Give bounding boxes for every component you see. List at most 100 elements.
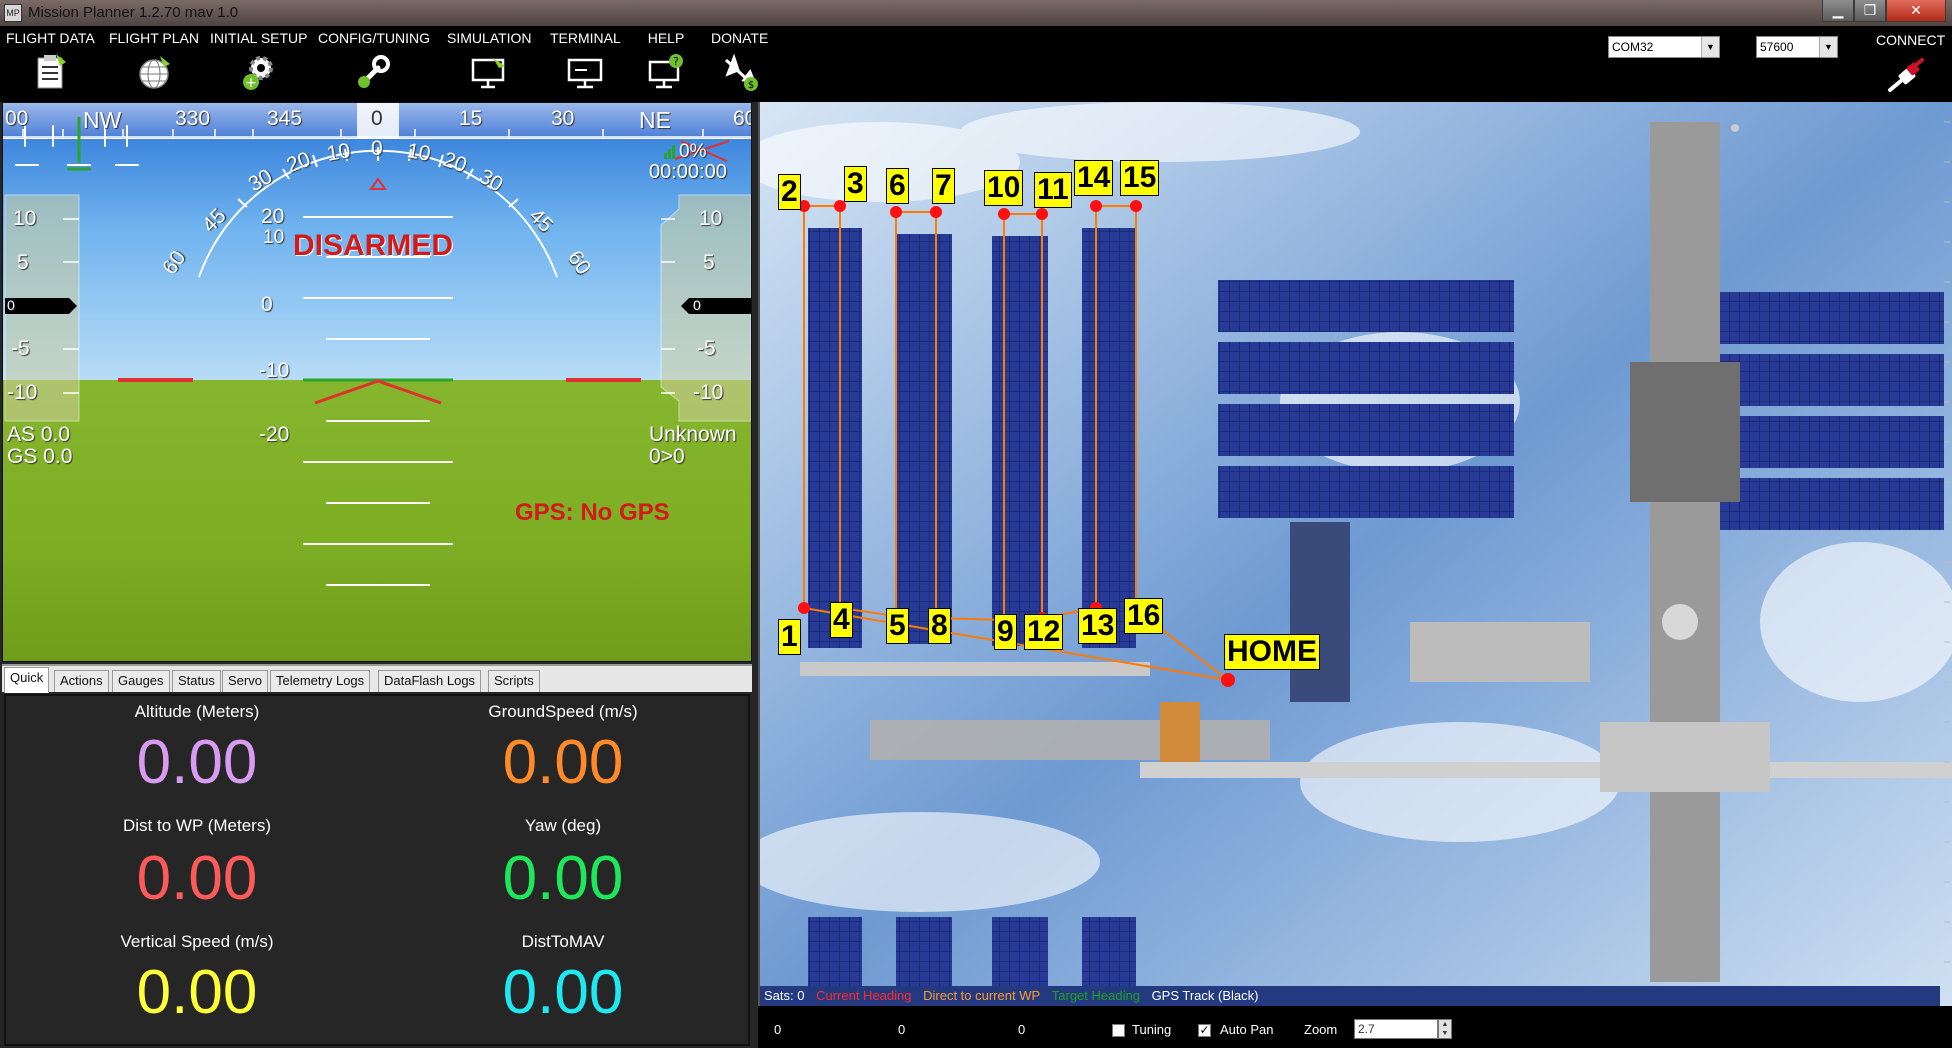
menu-config-tuning[interactable]: CONFIG/TUNING: [318, 30, 430, 92]
data-tabs: Quick Actions Gauges Status Servo Teleme…: [2, 664, 752, 693]
waypoint-label[interactable]: 2: [778, 174, 801, 210]
tab-scripts[interactable]: Scripts: [488, 670, 540, 692]
menu-label: SIMULATION: [447, 30, 532, 46]
app-icon: MP: [4, 4, 22, 22]
left-tape-label: 5: [17, 251, 29, 274]
menu-label: DONATE: [711, 30, 769, 46]
sats-count: Sats: 0: [764, 988, 805, 1003]
roll-label: 10: [405, 139, 433, 166]
maximize-button[interactable]: ❐: [1854, 0, 1886, 22]
heading-label: NW: [83, 107, 122, 133]
waypoint-label[interactable]: 12: [1024, 614, 1064, 650]
auto-pan-checkbox[interactable]: ✓: [1198, 1024, 1211, 1037]
roll-label: 0: [371, 137, 383, 160]
tab-servo[interactable]: Servo: [222, 670, 268, 692]
zoom-stepper[interactable]: ▲ ▼: [1438, 1019, 1452, 1039]
waypoint-label[interactable]: 1: [778, 619, 801, 655]
menu-flight-data[interactable]: FLIGHT DATA: [6, 30, 95, 92]
waypoint-label[interactable]: 3: [844, 166, 867, 202]
waypoint-label[interactable]: 14: [1074, 160, 1114, 196]
waypoint-label[interactable]: 11: [1034, 172, 1072, 208]
title-bar: MP Mission Planner 1.2.70 mav 1.0 ▁ ❐ ✕: [0, 0, 1952, 26]
status-value: 0: [1018, 1022, 1026, 1037]
zoom-input[interactable]: 2.7: [1354, 1019, 1438, 1039]
pitch-label: 0: [261, 293, 273, 316]
quick-panel: Altitude (Meters) 0.00 GroundSpeed (m/s)…: [4, 694, 750, 1046]
waypoint-label[interactable]: 15: [1120, 160, 1160, 196]
pitch-label: 20: [261, 205, 285, 228]
waypoint-label[interactable]: 16: [1124, 598, 1164, 634]
zoom-label: Zoom: [1304, 1022, 1338, 1037]
tuning-checkbox[interactable]: [1112, 1024, 1125, 1037]
tab-telemetry-logs[interactable]: Telemetry Logs: [270, 670, 371, 692]
gps-status: GPS: No GPS: [515, 499, 670, 526]
connect-label[interactable]: CONNECT: [1876, 32, 1945, 48]
close-button[interactable]: ✕: [1886, 0, 1946, 22]
plane-dollar-icon: $: [724, 53, 758, 91]
status-value: 0: [774, 1022, 782, 1037]
quick-label-dist-to-mav: DistToMAV: [521, 932, 605, 951]
com-port-select[interactable]: COM32 ▼: [1608, 36, 1720, 58]
monitor-plane-icon: [472, 58, 506, 89]
menu-label: FLIGHT DATA: [6, 30, 95, 46]
waypoint-label[interactable]: 8: [928, 608, 951, 644]
airspeed-readout: AS 0.0: [7, 423, 71, 446]
status-value: 0: [898, 1022, 906, 1037]
right-tape-label: -10: [693, 381, 724, 404]
minimize-button[interactable]: ▁: [1822, 0, 1854, 22]
menu-label: INITIAL SETUP: [210, 30, 308, 46]
quick-value-vertical-speed: 0.00: [136, 958, 258, 1027]
chevron-down-icon: ▼: [1701, 37, 1719, 57]
menu-terminal[interactable]: TERMINAL: [550, 30, 621, 92]
heading-label: 30: [551, 107, 575, 130]
right-tape-value: 0: [693, 297, 701, 313]
tab-gauges[interactable]: Gauges: [112, 670, 170, 692]
arm-status: DISARMED: [293, 229, 454, 262]
quick-value-dist-to-wp: 0.00: [136, 844, 258, 913]
mission-planner-window: MP Mission Planner 1.2.70 mav 1.0 ▁ ❐ ✕ …: [0, 0, 1952, 1048]
menu-simulation[interactable]: SIMULATION: [447, 30, 532, 92]
chevron-down-icon: ▼: [1819, 37, 1837, 57]
menu-donate[interactable]: DONATE $: [711, 30, 768, 92]
globe-icon: [139, 56, 170, 89]
pitch-label: 10: [263, 227, 285, 248]
svg-text:+: +: [245, 75, 257, 91]
flight-timer: 00:00:00: [649, 161, 727, 183]
heading-label: 00: [5, 107, 29, 130]
svg-text:?: ?: [673, 55, 679, 68]
clipboard-icon: [37, 54, 67, 89]
right-tape-label: 5: [703, 251, 715, 274]
home-label[interactable]: HOME: [1224, 634, 1320, 670]
menu-initial-setup[interactable]: INITIAL SETUP +: [210, 30, 308, 92]
map-imagery: [760, 102, 1952, 1006]
legend-target-heading: Target Heading: [1051, 988, 1140, 1003]
waypoint-label[interactable]: 9: [994, 614, 1017, 650]
tab-actions[interactable]: Actions: [54, 670, 109, 692]
waypoint-label[interactable]: 7: [932, 168, 955, 204]
menu-flight-plan[interactable]: FLIGHT PLAN: [109, 30, 199, 92]
menu-help[interactable]: HELP ?: [646, 30, 686, 92]
waypoint-label[interactable]: 10: [984, 170, 1024, 206]
roll-label: 10: [325, 139, 353, 166]
heading-label: 15: [459, 107, 483, 130]
tab-quick[interactable]: Quick: [4, 667, 50, 693]
quick-label-altitude: Altitude (Meters): [134, 702, 260, 721]
waypoint-label[interactable]: 6: [886, 168, 909, 204]
left-tape-label: -5: [11, 337, 30, 360]
tab-status[interactable]: Status: [172, 670, 221, 692]
baud-rate-select[interactable]: 57600 ▼: [1756, 36, 1838, 58]
groundspeed-readout: GS 0.0: [7, 445, 73, 468]
tab-dataflash-logs[interactable]: DataFlash Logs: [378, 670, 482, 692]
quick-value-altitude: 0.00: [136, 728, 258, 797]
plug-icon[interactable]: [1884, 56, 1928, 96]
map-view[interactable]: 1 2 3 4 5 6 7 8 9 10 11 12 13 14 15 16 H…: [758, 102, 1952, 1006]
waypoint-label[interactable]: 4: [830, 602, 853, 638]
heading-label: 60: [733, 107, 751, 130]
com-port-value: COM32: [1612, 40, 1654, 54]
baud-rate-value: 57600: [1760, 40, 1794, 54]
waypoint-label[interactable]: 5: [886, 608, 909, 644]
left-tape-value: 0: [7, 297, 15, 313]
heading-label: 345: [267, 107, 303, 130]
legend-gps-track: GPS Track (Black): [1151, 988, 1259, 1003]
waypoint-label[interactable]: 13: [1078, 608, 1118, 644]
